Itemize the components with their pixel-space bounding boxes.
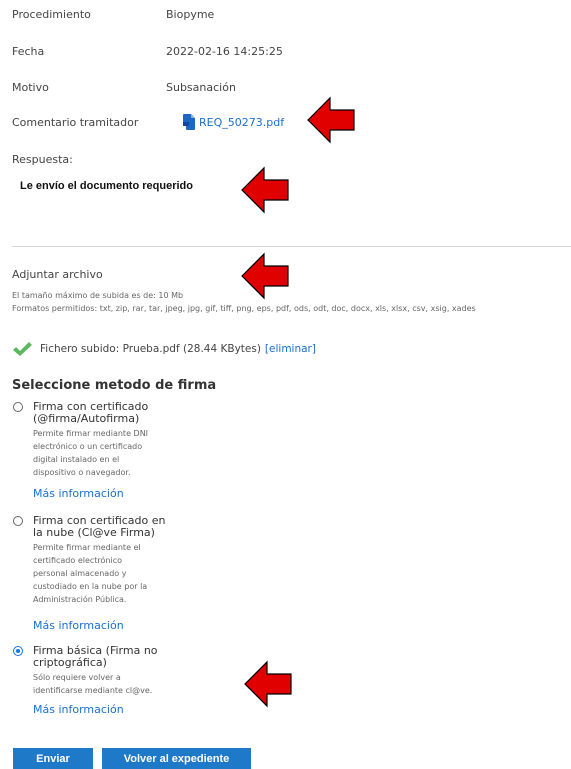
fecha-label: Fecha	[12, 45, 45, 58]
delete-file-link[interactable]: [eliminar]	[265, 343, 316, 355]
adjuntar-formats: Formatos permitidos: txt, zip, rar, tar,…	[12, 304, 476, 313]
comentario-file-name[interactable]: REQ_50273.pdf	[199, 116, 284, 129]
option-desc-basica: Sólo requiere volver a identificarse med…	[33, 673, 153, 695]
more-info-link-certificado[interactable]: Más información	[33, 487, 124, 500]
checkmark-icon	[13, 342, 32, 356]
red-arrow-icon	[241, 252, 289, 300]
comentario-label: Comentario tramitador	[12, 116, 139, 129]
comentario-file-link[interactable]: REQ_50273.pdf	[182, 114, 284, 130]
more-info-link-clave[interactable]: Más información	[33, 619, 124, 632]
motivo-label: Motivo	[12, 81, 49, 94]
respuesta-label: Respuesta:	[12, 153, 73, 166]
motivo-value: Subsanación	[166, 81, 236, 94]
red-arrow-icon	[307, 96, 355, 144]
fecha-value: 2022-02-16 14:25:25	[166, 45, 283, 58]
procedimiento-value: Biopyme	[166, 8, 215, 21]
adjuntar-title: Adjuntar archivo	[12, 268, 103, 281]
pdf-file-icon	[183, 114, 195, 130]
section-divider	[12, 246, 571, 247]
red-arrow-icon	[241, 166, 289, 214]
uploaded-file-row: Fichero subido: Prueba.pdf (28.44 KBytes…	[12, 341, 316, 357]
uploaded-file-text: Fichero subido: Prueba.pdf (28.44 KBytes…	[40, 343, 261, 355]
option-desc-certificado: Permite firmar mediante DNI electrónico …	[33, 429, 149, 477]
radio-firma-certificado[interactable]	[13, 402, 23, 412]
adjuntar-max-size: El tamaño máximo de subida es de: 10 Mb	[12, 291, 184, 300]
respuesta-text: Le envío el documento requerido	[20, 180, 193, 192]
option-title-basica: Firma básica (Firma no criptográfica)	[33, 644, 158, 669]
enviar-button[interactable]: Enviar	[13, 748, 93, 769]
more-info-link-basica[interactable]: Más información	[33, 703, 124, 716]
radio-firma-clave[interactable]	[13, 516, 23, 526]
radio-firma-basica[interactable]	[13, 646, 23, 656]
option-title-certificado: Firma con certificado (@firma/Autofirma)	[33, 400, 149, 425]
firma-title: Seleccione metodo de firma	[12, 378, 217, 393]
procedimiento-label: Procedimiento	[12, 8, 91, 21]
red-arrow-icon	[244, 660, 292, 708]
volver-expediente-button[interactable]: Volver al expediente	[102, 748, 251, 769]
option-desc-clave: Permite firmar mediante el certificado e…	[33, 543, 148, 604]
option-title-clave: Firma con certificado en la nube (Cl@ve …	[33, 514, 166, 539]
